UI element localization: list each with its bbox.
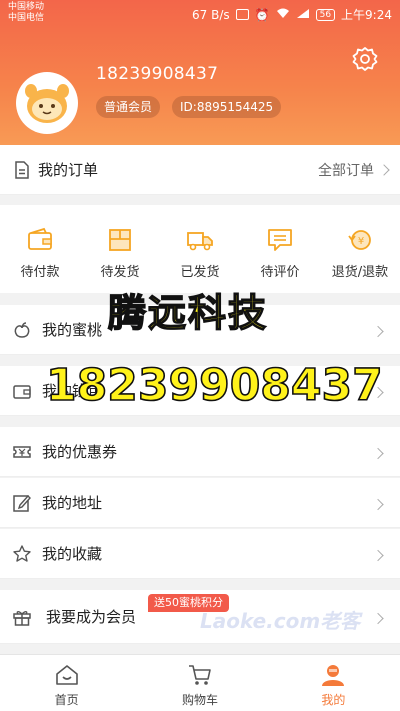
package-icon — [109, 229, 131, 251]
peach-icon — [14, 321, 30, 338]
order-status-bar: 待付款 待发货 已发货 待评价 ¥ 退货/退款 — [0, 205, 400, 293]
status-icons: 67 B/s ⏰ 56 上午9:24 — [192, 6, 392, 23]
settings-button[interactable] — [352, 46, 378, 72]
member-level-badge: 普通会员 — [96, 96, 161, 118]
wallet-icon — [28, 227, 52, 250]
carrier-1: 中国移动 — [8, 2, 45, 12]
chevron-right-icon-wrap — [372, 607, 384, 626]
star-icon — [13, 544, 31, 562]
truck-icon — [187, 232, 213, 251]
user-icon — [322, 665, 345, 686]
edit-icon — [13, 494, 31, 512]
menu-favorites[interactable]: 我的收藏 — [0, 529, 400, 579]
all-orders-link[interactable]: 全部订单 — [318, 145, 390, 194]
order-status-label: 已发货 — [180, 265, 220, 280]
status-bar: 中国移动 中国电信 67 B/s ⏰ 56 上午9:24 — [0, 0, 400, 28]
carrier-2: 中国电信 — [8, 13, 45, 23]
refund-icon: ¥ — [348, 230, 371, 250]
signal-icon — [296, 8, 310, 22]
chevron-right-icon-wrap — [372, 544, 384, 563]
gift-icon — [13, 610, 31, 626]
menu-address[interactable]: 我的地址 — [0, 478, 400, 528]
comment-icon — [268, 229, 292, 251]
tab-label: 我的 — [321, 693, 346, 707]
user-id-badge: ID:8895154425 — [172, 96, 282, 118]
order-status-refund[interactable]: ¥ 退货/退款 — [320, 205, 400, 293]
wifi-icon — [276, 8, 290, 22]
document-icon — [15, 160, 29, 179]
chevron-right-icon — [372, 498, 384, 510]
menu-label: 我的地址 — [42, 494, 103, 512]
watermark-logo: Laoke.com老客 — [200, 609, 361, 633]
all-orders-label: 全部订单 — [318, 162, 374, 179]
order-status-shipped[interactable]: 已发货 — [160, 205, 240, 293]
carrier-info: 中国移动 中国电信 — [8, 2, 44, 24]
wallet-icon — [13, 384, 31, 399]
menu-label: 我的蜜桃 — [42, 321, 103, 339]
watermark-company: 腾远科技 — [107, 290, 269, 335]
tab-label: 购物车 — [181, 693, 218, 707]
svg-text:¥: ¥ — [358, 236, 364, 247]
bottom-tab-bar: 首页 购物车 我的 — [0, 654, 400, 711]
chevron-right-icon — [372, 447, 384, 459]
order-status-pending-payment[interactable]: 待付款 — [0, 205, 80, 293]
vibrate-icon — [235, 9, 249, 20]
menu-label: 我要成为会员 — [46, 608, 137, 626]
order-status-label: 待评价 — [260, 265, 300, 280]
chevron-right-icon — [372, 325, 384, 337]
chevron-right-icon — [372, 612, 384, 624]
home-icon — [55, 665, 78, 685]
user-phone: 18239908437 — [96, 64, 219, 84]
menu-label: 我的优惠券 — [42, 443, 118, 461]
my-orders-row[interactable]: 我的订单 全部订单 — [0, 145, 400, 195]
battery-icon: 56 — [315, 8, 336, 21]
tab-home[interactable]: 首页 — [0, 655, 133, 711]
network-speed: 67 B/s — [192, 7, 230, 22]
coupon-icon — [13, 445, 31, 458]
order-status-label: 退货/退款 — [331, 265, 389, 280]
tab-cart[interactable]: 购物车 — [133, 655, 266, 711]
tab-mine[interactable]: 我的 — [267, 655, 400, 711]
chevron-right-icon-wrap — [372, 442, 384, 461]
clock: 上午9:24 — [341, 8, 392, 22]
cart-icon — [188, 665, 211, 685]
menu-coupons[interactable]: 我的优惠券 — [0, 427, 400, 477]
tab-label: 首页 — [54, 693, 79, 707]
order-status-label: 待付款 — [20, 265, 60, 280]
alarm-icon: ⏰ — [254, 7, 270, 22]
chevron-right-icon — [372, 549, 384, 561]
chevron-right-icon — [378, 163, 390, 176]
order-status-to-review[interactable]: 待评价 — [240, 205, 320, 293]
order-status-to-ship[interactable]: 待发货 — [80, 205, 160, 293]
order-status-label: 待发货 — [100, 265, 140, 280]
menu-label: 我的收藏 — [42, 545, 103, 563]
my-orders-title: 我的订单 — [38, 161, 99, 179]
chevron-right-icon-wrap — [372, 320, 384, 339]
chevron-right-icon-wrap — [372, 493, 384, 512]
avatar[interactable] — [16, 72, 78, 134]
profile-header: 中国移动 中国电信 67 B/s ⏰ 56 上午9:24 18239908437… — [0, 0, 400, 145]
peach-mascot-icon — [25, 84, 69, 123]
gear-icon — [352, 47, 378, 71]
watermark-phone: 18239908437 — [45, 359, 383, 412]
